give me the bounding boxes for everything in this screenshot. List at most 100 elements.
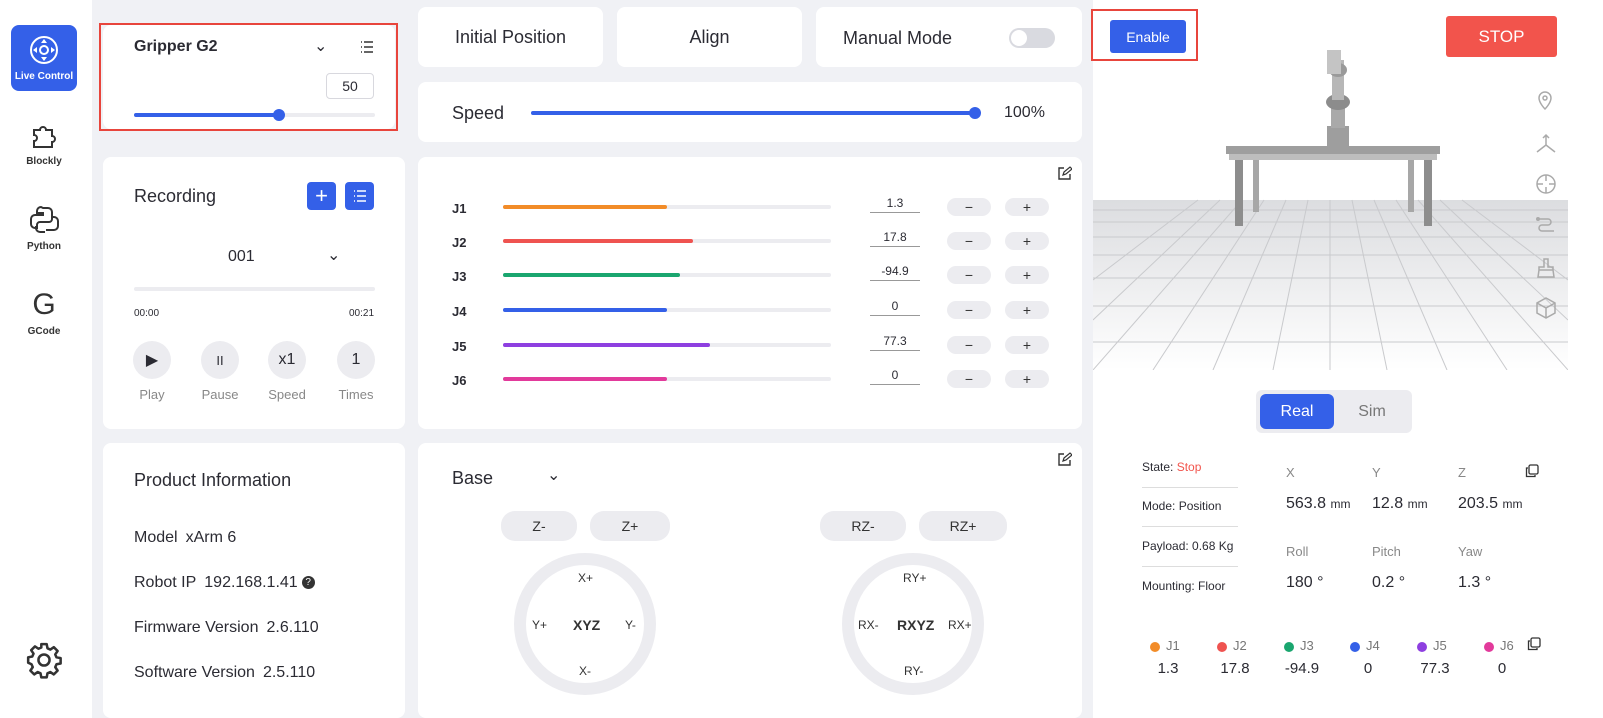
joint-value-input[interactable]: 0 xyxy=(870,299,920,316)
joint-decrease-button[interactable]: − xyxy=(947,370,991,388)
joint-decrease-button[interactable]: − xyxy=(947,266,991,284)
joint-increase-button[interactable]: + xyxy=(1005,370,1049,388)
pitch-value: 0.2 ° xyxy=(1372,574,1406,591)
joint-slider[interactable] xyxy=(503,273,831,277)
rx-plus-button[interactable]: RX+ xyxy=(948,618,972,632)
axes-icon[interactable] xyxy=(1534,132,1558,161)
joint-value-input[interactable]: -94.9 xyxy=(870,264,920,281)
gripper-value-input[interactable]: 50 xyxy=(326,73,374,99)
times-button[interactable]: 1 xyxy=(337,341,375,379)
xyz-center-label: XYZ xyxy=(573,617,601,633)
joint-slider-fill xyxy=(503,273,681,277)
ry-plus-button[interactable]: RY+ xyxy=(903,571,926,585)
roll-label: Roll xyxy=(1286,544,1309,559)
list-icon[interactable] xyxy=(360,40,374,59)
minus-icon: − xyxy=(964,233,974,249)
joint-slider[interactable] xyxy=(503,205,831,209)
joint-value-input[interactable]: 77.3 xyxy=(870,334,920,351)
state-row: State: Stop xyxy=(1142,460,1201,474)
z-minus-button[interactable]: Z- xyxy=(501,511,577,541)
frame-select-value[interactable]: Base xyxy=(452,468,493,489)
mode-row: Mode: Position xyxy=(1142,499,1221,513)
joint-increase-button[interactable]: + xyxy=(1005,336,1049,354)
edit-icon[interactable] xyxy=(1057,166,1073,186)
payload-value: 0.68 Kg xyxy=(1192,539,1234,553)
add-recording-button[interactable]: + xyxy=(307,182,336,210)
model-row: Model xArm 6 xyxy=(134,529,236,547)
joint-increase-button[interactable]: + xyxy=(1005,232,1049,250)
chevron-down-icon[interactable]: ⌄ xyxy=(547,465,560,485)
ry-minus-button[interactable]: RY- xyxy=(904,664,923,678)
sidebar-item-blockly[interactable]: Blockly xyxy=(11,110,77,176)
divider xyxy=(1142,526,1238,527)
joint-readout-value: -94.9 xyxy=(1284,660,1320,677)
gripper-slider[interactable] xyxy=(134,109,375,121)
ip-value: 192.168.1.41 xyxy=(204,574,298,591)
align-button[interactable]: Align xyxy=(617,7,802,67)
stop-button[interactable]: STOP xyxy=(1446,16,1557,57)
mode-label: Mode: xyxy=(1142,499,1176,513)
chevron-down-icon[interactable]: ⌄ xyxy=(327,245,340,265)
initial-position-button[interactable]: Initial Position xyxy=(418,7,603,67)
play-button[interactable]: ▶ xyxy=(133,341,171,379)
copy-icon[interactable] xyxy=(1525,464,1539,483)
edit-icon[interactable] xyxy=(1057,452,1073,472)
crosshair-icon[interactable] xyxy=(1534,172,1558,201)
gripper-slider-knob[interactable] xyxy=(272,109,285,121)
joint-readout-value: 0 xyxy=(1497,660,1507,677)
sidebar-item-python[interactable]: Python xyxy=(11,195,77,261)
location-icon[interactable] xyxy=(1535,90,1555,117)
chevron-down-icon[interactable]: ⌄ xyxy=(314,36,327,56)
real-tab[interactable]: Real xyxy=(1260,394,1334,429)
plus-icon: + xyxy=(1022,371,1032,387)
sidebar: Live Control Blockly Python G GCode xyxy=(0,0,92,718)
joint-slider[interactable] xyxy=(503,377,831,381)
joint-decrease-button[interactable]: − xyxy=(947,198,991,216)
path-icon[interactable] xyxy=(1534,214,1558,243)
joint-decrease-button[interactable]: − xyxy=(947,301,991,319)
joint-decrease-button[interactable]: − xyxy=(947,232,991,250)
sidebar-item-gcode[interactable]: G GCode xyxy=(11,280,77,346)
rx-minus-button[interactable]: RX- xyxy=(858,618,879,632)
rz-minus-button[interactable]: RZ- xyxy=(820,511,906,541)
joint-readout-value: 1.3 xyxy=(1157,660,1179,677)
sidebar-item-live-control[interactable]: Live Control xyxy=(11,25,77,91)
enable-button[interactable]: Enable xyxy=(1110,20,1186,53)
joint-value-input[interactable]: 1.3 xyxy=(870,196,920,213)
manual-mode-toggle[interactable] xyxy=(1009,28,1055,48)
x-minus-button[interactable]: X- xyxy=(579,664,591,678)
z-plus-button[interactable]: Z+ xyxy=(590,511,670,541)
y-minus-button[interactable]: Y- xyxy=(625,618,636,632)
joint-increase-button[interactable]: + xyxy=(1005,198,1049,216)
cube-icon[interactable] xyxy=(1534,296,1558,325)
joint-value-input[interactable]: 0 xyxy=(870,368,920,385)
recording-progress[interactable] xyxy=(134,287,375,291)
speed-slider-knob[interactable] xyxy=(969,107,981,119)
recording-select-value[interactable]: 001 xyxy=(228,248,255,266)
speed-slider[interactable] xyxy=(531,107,981,119)
minus-icon: − xyxy=(964,199,974,215)
copy-icon[interactable] xyxy=(1527,637,1541,656)
speed-button[interactable]: x1 xyxy=(268,341,306,379)
joint-readout-label: J4 xyxy=(1350,638,1380,653)
software-value: 2.5.110 xyxy=(262,664,316,681)
joint-slider[interactable] xyxy=(503,239,831,243)
help-icon[interactable]: ? xyxy=(301,576,315,590)
joint-slider[interactable] xyxy=(503,343,831,347)
y-plus-button[interactable]: Y+ xyxy=(532,618,547,632)
recording-list-button[interactable] xyxy=(345,182,374,210)
joint-value-input[interactable]: 17.8 xyxy=(870,230,920,247)
x-plus-button[interactable]: X+ xyxy=(578,571,593,585)
rz-plus-button[interactable]: RZ+ xyxy=(919,511,1007,541)
settings-button[interactable] xyxy=(25,641,63,684)
model-value: xArm 6 xyxy=(185,529,237,546)
brush-icon[interactable] xyxy=(1534,256,1558,285)
joint-increase-button[interactable]: + xyxy=(1005,266,1049,284)
joint-decrease-button[interactable]: − xyxy=(947,336,991,354)
pause-icon: II xyxy=(216,352,224,368)
pause-button[interactable]: II xyxy=(201,341,239,379)
joint-increase-button[interactable]: + xyxy=(1005,301,1049,319)
joint-slider[interactable] xyxy=(503,308,831,312)
joint-slider-fill xyxy=(503,205,667,209)
sim-tab[interactable]: Sim xyxy=(1336,394,1408,429)
